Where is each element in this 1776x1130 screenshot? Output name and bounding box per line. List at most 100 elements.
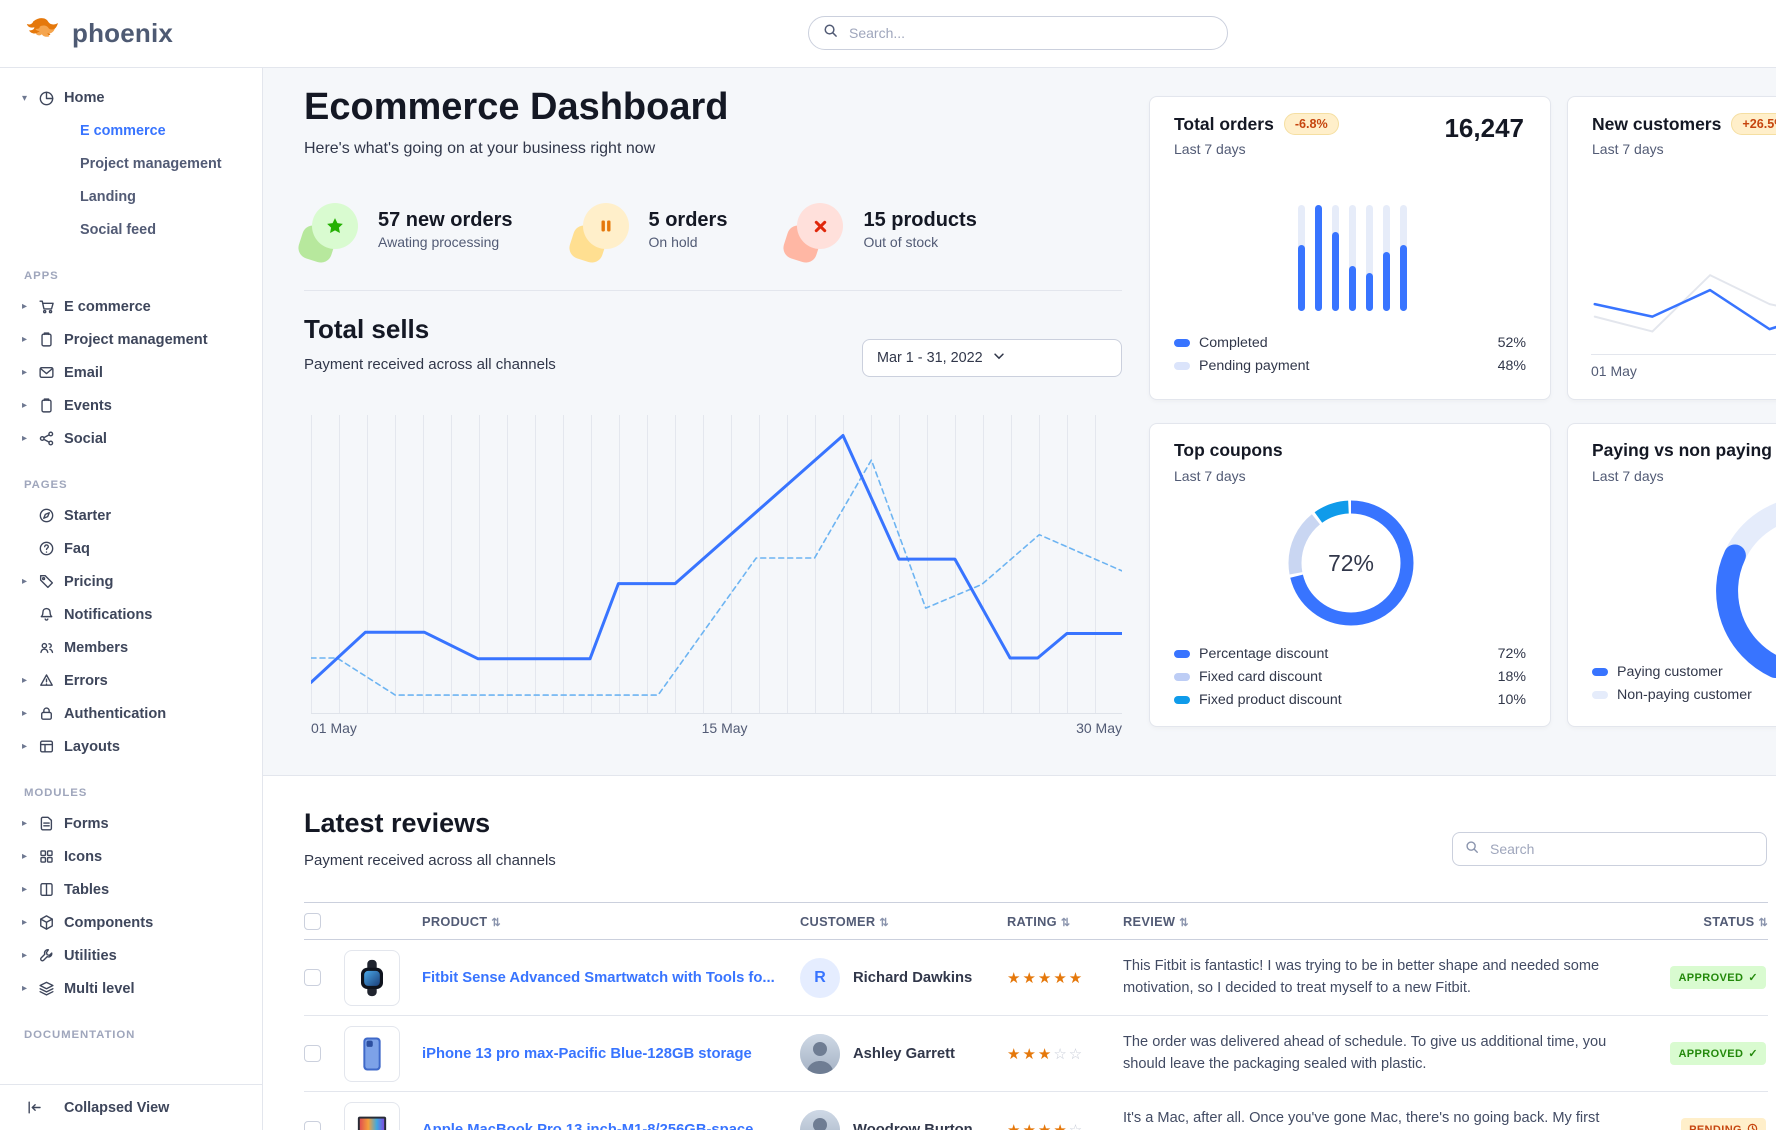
legend-swatch (1174, 362, 1190, 370)
legend-item-fixed-card-discount: Fixed card discount18% (1174, 669, 1526, 685)
sidebar-item-label: Members (64, 640, 128, 656)
sidebar-item-label: Authentication (64, 706, 166, 722)
sidebar-subitem-social-feed[interactable]: Social feed (0, 213, 262, 246)
row-checkbox[interactable] (304, 1121, 321, 1130)
legend-item-non-paying-customer: Non-paying customer (1592, 687, 1776, 703)
brand-logo[interactable]: phoenix (26, 16, 173, 51)
dashboard-main-column: Ecommerce Dashboard Here's what's going … (304, 68, 1122, 776)
sidebar-item-social[interactable]: ▸Social (0, 422, 262, 455)
column-header-customer[interactable]: CUSTOMER ⇅ (800, 914, 1007, 929)
column-header-label: PRODUCT (422, 914, 487, 929)
column-header-label: CUSTOMER (800, 914, 875, 929)
cart-icon (38, 298, 64, 315)
legend-value: 18% (1498, 669, 1526, 685)
sidebar-subitem-landing[interactable]: Landing (0, 180, 262, 213)
sidebar-subitem-project-management[interactable]: Project management (0, 147, 262, 180)
caret-right-icon: ▸ (22, 675, 38, 686)
sidebar-collapse-toggle[interactable]: Collapsed View (0, 1084, 262, 1130)
sort-icon: ⇅ (879, 917, 889, 929)
product-link[interactable]: Apple MacBook Pro 13 inch-M1-8/256GB-spa… (422, 1122, 800, 1130)
stat-circle (583, 203, 629, 249)
sidebar-item-label: Starter (64, 508, 111, 524)
total-sells-title: Total sells (304, 314, 429, 345)
select-all-checkbox[interactable] (304, 913, 321, 930)
pie-chart-icon (38, 90, 64, 107)
sidebar-item-label: Home (64, 90, 105, 106)
columns-icon (38, 881, 64, 898)
sidebar-item-tables[interactable]: ▸Tables (0, 873, 262, 906)
review-text: The order was delivered ahead of schedul… (1123, 1032, 1658, 1074)
sidebar-item-multi-level[interactable]: ▸Multi level (0, 972, 262, 1005)
top-coupons-card: Top coupons Last 7 days 72% Percentage d… (1149, 423, 1551, 727)
sidebar-nav: ▾HomeE commerceProject managementLanding… (0, 68, 262, 1084)
column-header-review[interactable]: REVIEW⇅ (1123, 914, 1658, 929)
sidebar-item-events[interactable]: ▸Events (0, 389, 262, 422)
stat-value: 5 orders (649, 208, 728, 232)
sidebar-item-errors[interactable]: ▸Errors (0, 664, 262, 697)
layers-icon (38, 980, 64, 997)
product-link[interactable]: iPhone 13 pro max-Pacific Blue-128GB sto… (422, 1046, 800, 1062)
date-range-select[interactable]: Mar 1 - 31, 2022 (862, 339, 1122, 377)
bar-fill (1349, 266, 1356, 311)
sidebar-subitem-e-commerce[interactable]: E commerce (0, 114, 262, 147)
stat-awating-processing: 57 new ordersAwating processing (304, 201, 513, 257)
status-badge-label: APPROVED (1678, 972, 1743, 984)
reviews-title: Latest reviews (304, 808, 490, 839)
sidebar-item-label: Tables (64, 882, 109, 898)
sidebar-item-starter[interactable]: Starter (0, 499, 262, 532)
new-customers-card: New customers+26.5% Last 7 days 01 May (1567, 96, 1776, 400)
sidebar-section-label: APPS (24, 270, 262, 282)
total-sells-subtitle: Payment received across all channels (304, 356, 556, 373)
sidebar-item-components[interactable]: ▸Components (0, 906, 262, 939)
star-empty-icons: ☆ (1069, 1122, 1084, 1130)
product-image-smartwatch (344, 950, 400, 1006)
avatar-photo (800, 1110, 840, 1130)
stat-out-of-stock: 15 productsOut of stock (789, 201, 976, 257)
review-cell: This Fitbit is fantastic! I was trying t… (1123, 956, 1658, 998)
column-header-status[interactable]: STATUS⇅ (1658, 914, 1768, 929)
sidebar-item-authentication[interactable]: ▸Authentication (0, 697, 262, 730)
sidebar-item-project-management[interactable]: ▸Project management (0, 323, 262, 356)
bar-fill (1315, 205, 1322, 311)
reviews-search-input[interactable] (1488, 840, 1754, 858)
stat-label: Out of stock (863, 234, 976, 250)
review-text: It's a Mac, after all. Once you've gone … (1123, 1108, 1658, 1130)
legend-swatch (1174, 339, 1190, 347)
search-icon (1465, 840, 1479, 859)
question-icon (38, 540, 64, 557)
legend-swatch (1174, 650, 1190, 658)
sidebar-item-pricing[interactable]: ▸Pricing (0, 565, 262, 598)
sidebar-item-label: Layouts (64, 739, 120, 755)
sidebar-item-e-commerce[interactable]: ▸E commerce (0, 290, 262, 323)
orders-legend: Completed52%Pending payment48% (1174, 335, 1526, 374)
product-cell: Fitbit Sense Advanced Smartwatch with To… (422, 970, 800, 986)
sidebar-item-members[interactable]: Members (0, 631, 262, 664)
sidebar-item-home[interactable]: ▾Home (0, 82, 262, 114)
column-header-product[interactable]: PRODUCT⇅ (422, 914, 800, 929)
sidebar-item-label: Pricing (64, 574, 113, 590)
file-icon (38, 815, 64, 832)
sidebar-item-faq[interactable]: Faq (0, 532, 262, 565)
bar-fill (1366, 273, 1373, 311)
sidebar-item-notifications[interactable]: Notifications (0, 598, 262, 631)
sidebar-item-email[interactable]: ▸Email (0, 356, 262, 389)
caret-right-icon: ▸ (22, 818, 38, 829)
sidebar-item-icons[interactable]: ▸Icons (0, 840, 262, 873)
box-icon (38, 914, 64, 931)
row-checkbox[interactable] (304, 969, 321, 986)
search-input[interactable] (847, 24, 1213, 42)
check-icon: ✓ (1748, 1047, 1758, 1060)
bar-fill (1332, 232, 1339, 312)
column-header-label: STATUS (1703, 914, 1754, 929)
sidebar-item-layouts[interactable]: ▸Layouts (0, 730, 262, 763)
product-link[interactable]: Fitbit Sense Advanced Smartwatch with To… (422, 970, 800, 986)
column-header-rating[interactable]: RATING⇅ (1007, 914, 1123, 929)
collapse-view-label: Collapsed View (64, 1100, 169, 1116)
sidebar-item-utilities[interactable]: ▸Utilities (0, 939, 262, 972)
clock-icon (1747, 1123, 1758, 1130)
sidebar-item-label: Faq (64, 541, 90, 557)
row-checkbox[interactable] (304, 1045, 321, 1062)
sidebar-item-forms[interactable]: ▸Forms (0, 807, 262, 840)
bar-track (1400, 205, 1407, 311)
row-checkbox-cell (304, 969, 344, 986)
